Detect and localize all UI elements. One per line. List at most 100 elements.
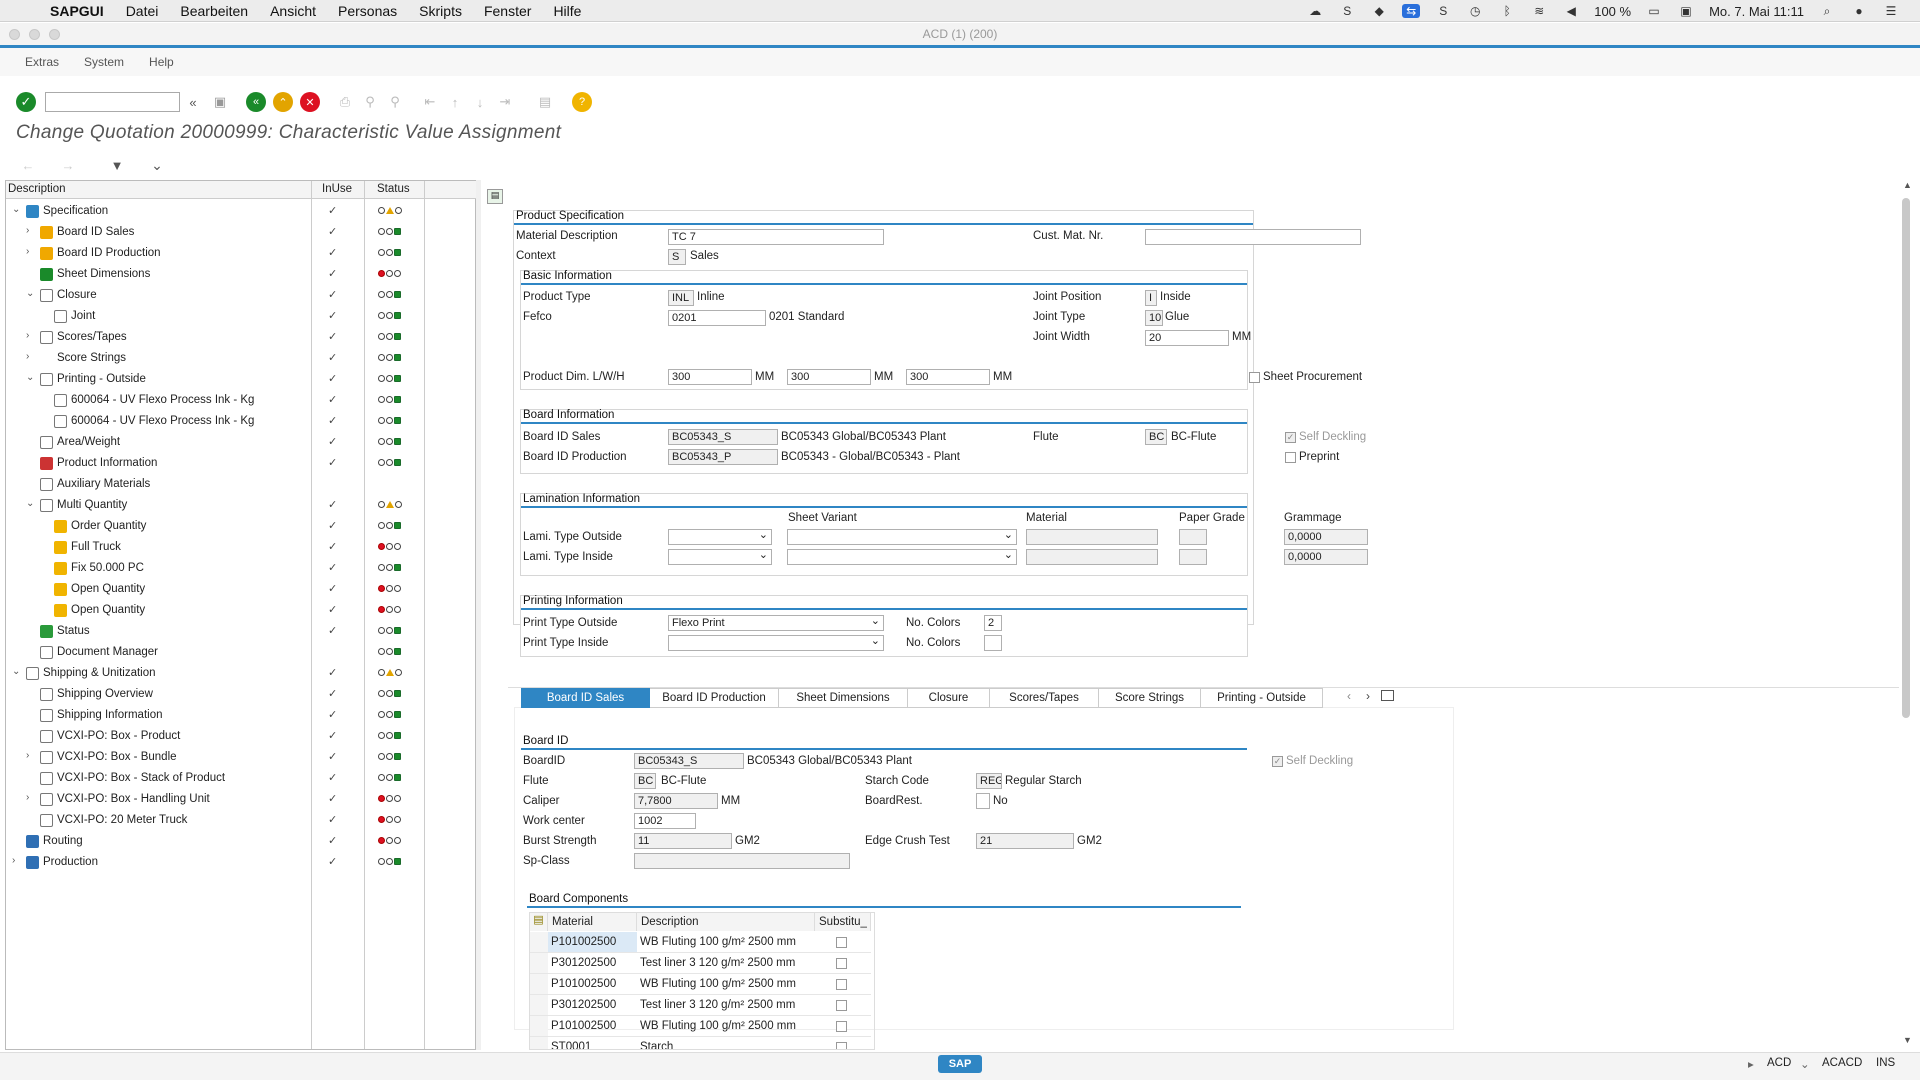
material-cell[interactable]: P301202500 [548,953,637,974]
inuse-checkbox[interactable]: ✓ [328,310,340,322]
tab-flute-code[interactable]: BC [634,773,656,789]
find-icon[interactable]: ⚲ [360,92,380,112]
inuse-checkbox[interactable]: ✓ [328,709,340,721]
dim-height-input[interactable]: 300 [906,369,990,385]
bluetooth-icon[interactable]: ᛒ [1498,4,1516,18]
material-cell[interactable]: P101002500 [548,974,637,995]
tab-closure[interactable]: Closure [908,688,990,708]
tree-row[interactable]: › Scores/Tapes ✓ [6,327,476,348]
boardid-input[interactable]: BC05343_S [634,753,744,769]
tree-row[interactable]: Product Information ✓ [6,453,476,474]
menu-bearbeiten[interactable]: Bearbeiten [180,3,248,19]
inuse-checkbox[interactable]: ✓ [328,352,340,364]
tree-row[interactable]: 600064 - UV Flexo Process Ink - Kg ✓ [6,390,476,411]
tree-row[interactable]: › Board ID Production ✓ [6,243,476,264]
row-selector[interactable] [530,995,548,1016]
inuse-checkbox[interactable]: ✓ [328,625,340,637]
dim-length-input[interactable]: 300 [668,369,752,385]
tree-row[interactable]: Area/Weight ✓ [6,432,476,453]
next-page-icon[interactable]: ↓ [470,92,490,112]
tree-row[interactable]: Open Quantity ✓ [6,579,476,600]
collapse-command-icon[interactable]: « [183,92,203,112]
inuse-checkbox[interactable]: ✓ [328,268,340,280]
inuse-checkbox[interactable]: ✓ [328,520,340,532]
print-inside-select[interactable] [668,635,884,651]
tree-row[interactable]: Shipping Overview ✓ [6,684,476,705]
tree-row[interactable]: Status ✓ [6,621,476,642]
dim-width-input[interactable]: 300 [787,369,871,385]
help-icon[interactable]: ? [572,92,592,112]
tree-row[interactable]: Full Truck ✓ [6,537,476,558]
layout-toggle-icon[interactable]: ▤ [487,189,503,204]
material-cell[interactable]: P101002500 [548,932,637,953]
menu-help[interactable]: Help [149,55,174,69]
inuse-checkbox[interactable]: ✓ [328,331,340,343]
command-field[interactable] [45,92,180,112]
filter-icon[interactable]: ▼ [107,155,127,175]
inuse-checkbox[interactable]: ✓ [328,856,340,868]
sheet-procurement-checkbox[interactable] [1249,372,1260,383]
substitute-checkbox[interactable] [836,1042,847,1049]
row-selector[interactable] [530,1016,548,1037]
inuse-checkbox[interactable]: ✓ [328,583,340,595]
inuse-checkbox[interactable]: ✓ [328,415,340,427]
self-deckling-tab-checkbox[interactable]: ✓ [1272,756,1283,767]
inuse-checkbox[interactable]: ✓ [328,562,340,574]
cust-mat-input[interactable] [1145,229,1361,245]
colors-inside-input[interactable] [984,635,1002,651]
skype-icon[interactable]: S [1338,4,1356,18]
col-substitute[interactable]: Substitu_ [815,913,871,931]
collapsed-arrow-icon[interactable]: › [26,246,29,257]
substitute-checkbox[interactable] [836,937,847,948]
spclass-input[interactable] [634,853,850,869]
menu-datei[interactable]: Datei [126,3,159,19]
inuse-checkbox[interactable]: ✓ [328,499,340,511]
print-icon[interactable]: ⎙ [335,92,355,112]
s-tray-icon[interactable]: S [1434,4,1452,18]
menu-personas[interactable]: Personas [338,3,397,19]
menu-fenster[interactable]: Fenster [484,3,531,19]
grammage-outside-input[interactable]: 0,0000 [1284,529,1368,545]
dropbox-icon[interactable]: ◆ [1370,4,1388,18]
tree-row[interactable]: VCXI-PO: 20 Meter Truck ✓ [6,810,476,831]
inuse-checkbox[interactable]: ✓ [328,457,340,469]
tree-row[interactable]: › VCXI-PO: Box - Bundle ✓ [6,747,476,768]
collapsed-arrow-icon[interactable]: › [26,330,29,341]
save-icon[interactable]: ▣ [210,92,230,112]
tree-row[interactable]: › Score Strings ✓ [6,348,476,369]
grammage-inside-input[interactable]: 0,0000 [1284,549,1368,565]
preprint-checkbox[interactable] [1285,452,1296,463]
scroll-thumb[interactable] [1902,198,1910,718]
tab-sheet-dimensions[interactable]: Sheet Dimensions [779,688,908,708]
spotlight-icon[interactable]: ⌕ [1818,4,1836,18]
joint-type-code[interactable]: 10 [1145,310,1163,326]
inuse-checkbox[interactable]: ✓ [328,730,340,742]
inuse-checkbox[interactable]: ✓ [328,688,340,700]
status-dropdown-icon[interactable]: ⌄ [1800,1057,1810,1071]
expanded-arrow-icon[interactable]: ⌄ [26,498,34,509]
tree-row[interactable]: › Board ID Sales ✓ [6,222,476,243]
clock[interactable]: Mo. 7. Mai 11:11 [1709,4,1804,19]
tree-row[interactable]: Open Quantity ✓ [6,600,476,621]
sap-tray-icon[interactable]: ⇆ [1402,4,1421,18]
inuse-checkbox[interactable]: ✓ [328,373,340,385]
material-cell[interactable]: P101002500 [548,1016,637,1037]
tree-row[interactable]: ⌄ Shipping & Unitization ✓ [6,663,476,684]
collapsed-arrow-icon[interactable]: › [26,792,29,803]
row-selector[interactable] [530,974,548,995]
tree-row[interactable]: 600064 - UV Flexo Process Ink - Kg ✓ [6,411,476,432]
col-status[interactable]: Status [377,183,410,195]
tree-row[interactable]: › Production ✓ [6,852,476,873]
tree-row[interactable]: Joint ✓ [6,306,476,327]
nav-back-icon[interactable]: ← [18,155,38,175]
collapsed-arrow-icon[interactable]: › [26,351,29,362]
prev-page-icon[interactable]: ↑ [445,92,465,112]
substitute-checkbox[interactable] [836,1000,847,1011]
inuse-checkbox[interactable]: ✓ [328,436,340,448]
tree-row[interactable]: Sheet Dimensions ✓ [6,264,476,285]
colors-outside-input[interactable]: 2 [984,615,1002,631]
tree-row[interactable]: Order Quantity ✓ [6,516,476,537]
menu-hilfe[interactable]: Hilfe [553,3,581,19]
notification-icon[interactable]: ☰ [1882,4,1900,18]
tab-board-id-production[interactable]: Board ID Production [650,688,779,708]
